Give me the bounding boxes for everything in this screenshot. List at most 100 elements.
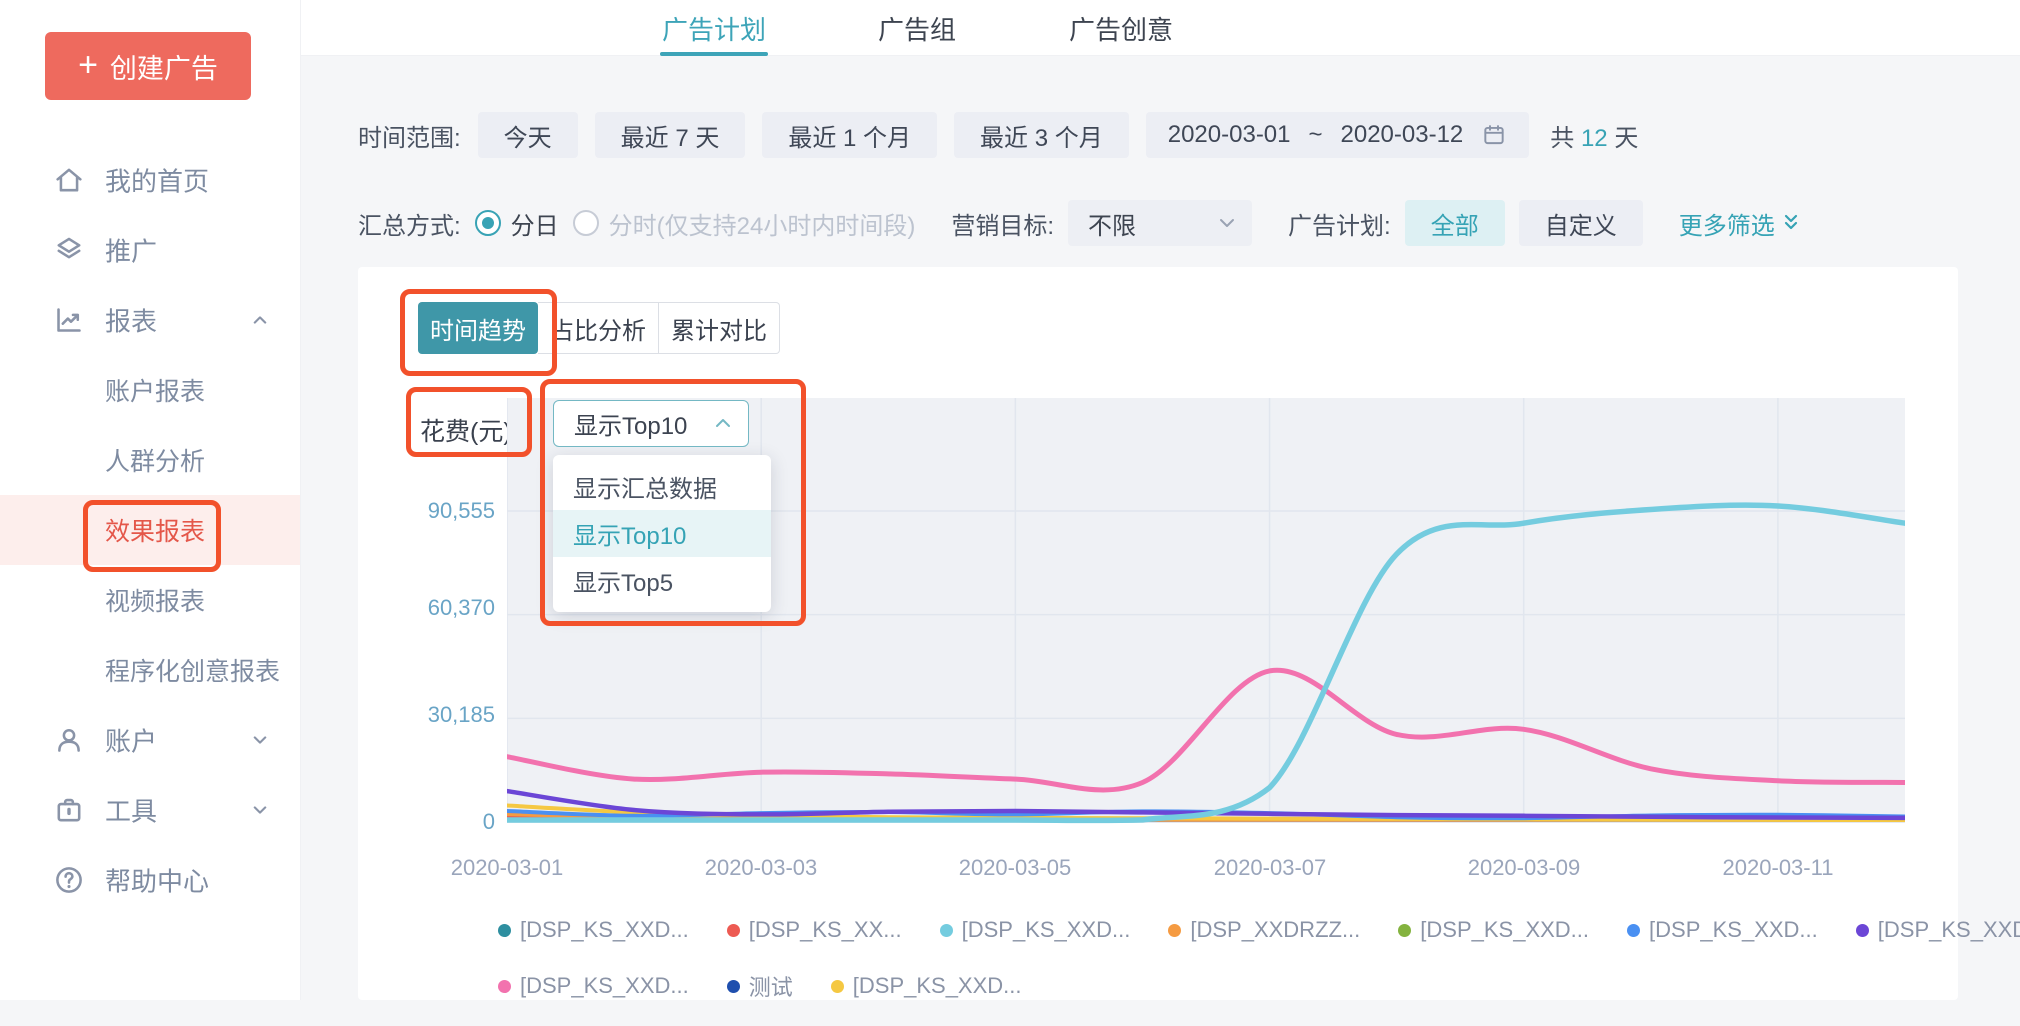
legend-item[interactable]: [DSP_KS_XXD... [1627,917,1818,943]
sidebar-item-home[interactable]: 我的首页 [0,145,300,215]
calendar-icon [1481,122,1507,148]
sidebar-item-promotion[interactable]: 推广 [0,215,300,285]
sidebar-item-video-report[interactable]: 视频报表 [0,565,300,635]
chart-card: 时间趋势 占比分析 累计对比 花费(元) 显示Top10 显示汇总数据 显示To… [358,267,1958,1000]
top-n-select[interactable]: 显示Top10 [553,400,749,447]
date-start: 2020-03-01 [1168,121,1291,149]
legend-item[interactable]: [DSP_KS_XXD... [1398,917,1589,943]
layers-icon [52,233,86,267]
legend-item[interactable]: 测试 [727,970,793,1002]
sidebar-item-audience-analysis[interactable]: 人群分析 [0,425,300,495]
campaign-all-button[interactable]: 全部 [1405,200,1505,246]
radio-hourly-label: 分时(仅支持24小时内时间段) [609,206,916,241]
total-days-text: 共 12 天 [1550,118,1638,153]
x-tick-label: 2020-03-03 [676,855,846,881]
legend-label: [DSP_KS_XXD... [853,973,1022,999]
tab-ad-creative[interactable]: 广告创意 [1069,0,1173,56]
chart-legend-row-1: [DSP_KS_XXD... [DSP_KS_XX... [DSP_KS_XXD… [498,917,2020,943]
legend-item[interactable]: [DSP_KS_XX... [727,917,902,943]
sidebar-item-label: 推广 [105,232,157,269]
legend-item[interactable]: [DSP_KS_XXD... [831,973,1022,999]
summary-mode-label: 汇总方式: [358,206,461,241]
x-tick-label: 2020-03-05 [930,855,1100,881]
legend-label: [DSP_KS_XXD... [520,973,689,999]
sidebar-item-programmatic-creative-report[interactable]: 程序化创意报表 [0,635,300,705]
question-circle-icon [52,863,86,897]
create-ad-label: 创建广告 [110,47,218,86]
quick-range-3months-button[interactable]: 最近 3 个月 [954,112,1129,158]
legend-item[interactable]: [DSP_KS_XXD... [498,973,689,999]
sidebar-item-label: 账户报表 [105,372,205,408]
quick-range-7days-button[interactable]: 最近 7 天 [595,112,746,158]
legend-item[interactable]: [DSP_KS_XXD... [498,917,689,943]
top-tab-bar: 广告计划 广告组 广告创意 [301,0,2020,56]
marketing-goal-select[interactable]: 不限 [1068,200,1252,246]
legend-label: [DSP_XXDRZZ... [1190,917,1360,943]
menu-option-summary-data[interactable]: 显示汇总数据 [553,463,771,510]
legend-dot [498,924,511,937]
create-ad-button[interactable]: + 创建广告 [45,32,251,100]
legend-label: [DSP_KS_XXD... [962,917,1131,943]
date-range-picker[interactable]: 2020-03-01 ~ 2020-03-12 [1146,112,1530,158]
y-tick-label: 0 [411,809,495,835]
time-range-filter-row: 时间范围: 今天 最近 7 天 最近 1 个月 最近 3 个月 2020-03-… [358,112,1638,158]
chevron-down-icon [1216,212,1238,234]
more-filters-link[interactable]: 更多筛选 [1679,206,1800,241]
legend-item[interactable]: [DSP_KS_XXD... [1856,917,2020,943]
quick-range-1month-button[interactable]: 最近 1 个月 [762,112,937,158]
sidebar-item-label: 工具 [105,792,157,829]
y-tick-label: 60,370 [411,595,495,621]
sidebar-nav: 我的首页 推广 报表 账户报表 人群分析 [0,145,300,915]
chevron-down-icon [246,796,274,824]
legend-item[interactable]: [DSP_XXDRZZ... [1168,917,1360,943]
y-tick-label: 30,185 [411,702,495,728]
sidebar-item-reports[interactable]: 报表 [0,285,300,355]
sidebar-item-label: 账户 [105,722,157,759]
view-tab-cumulative-compare[interactable]: 累计对比 [659,302,780,354]
chart-legend-row-2: [DSP_KS_XXD... 测试 [DSP_KS_XXD... [498,973,1022,999]
chevron-down-icon [246,726,274,754]
legend-label: [DSP_KS_XXD... [1649,917,1818,943]
person-icon [52,723,86,757]
summary-filter-row: 汇总方式: 分日 分时(仅支持24小时内时间段) 营销目标: 不限 广告计划: … [358,200,1800,246]
campaign-filter-label: 广告计划: [1288,206,1391,241]
marketing-goal-value: 不限 [1088,206,1136,241]
legend-dot [727,980,740,993]
top-n-select-value: 显示Top10 [574,406,687,441]
sidebar-item-help-center[interactable]: 帮助中心 [0,845,300,915]
menu-option-top10[interactable]: 显示Top10 [553,510,771,557]
sidebar-item-account[interactable]: 账户 [0,705,300,775]
radio-daily[interactable]: 分日 [475,206,559,241]
home-icon [52,163,86,197]
sidebar: + 创建广告 我的首页 推广 报表 [0,0,301,1000]
legend-item[interactable]: [DSP_KS_XXD... [940,917,1131,943]
legend-label: [DSP_KS_XX... [749,917,902,943]
total-days-value: 12 [1581,125,1608,152]
radio-hourly[interactable]: 分时(仅支持24小时内时间段) [573,206,916,241]
more-filters-label: 更多筛选 [1679,206,1775,241]
page: + 创建广告 我的首页 推广 报表 [0,0,2020,1026]
campaign-custom-button[interactable]: 自定义 [1519,200,1643,246]
sidebar-item-label: 程序化创意报表 [105,652,280,688]
legend-dot [1398,924,1411,937]
time-range-label: 时间范围: [358,118,461,153]
quick-range-today-button[interactable]: 今天 [478,112,578,158]
sidebar-item-effect-report[interactable]: 效果报表 [0,495,300,565]
toolbox-icon [52,793,86,827]
x-tick-label: 2020-03-11 [1693,855,1863,881]
sidebar-item-label: 帮助中心 [105,862,209,899]
marketing-goal-label: 营销目标: [951,206,1054,241]
radio-unselected-icon [573,210,599,236]
legend-dot [498,980,511,993]
radio-selected-icon [475,210,501,236]
tab-ad-plan[interactable]: 广告计划 [662,0,766,56]
view-tab-share-analysis[interactable]: 占比分析 [538,302,659,354]
menu-option-top5[interactable]: 显示Top5 [553,557,771,604]
x-tick-label: 2020-03-01 [422,855,592,881]
sidebar-item-account-report[interactable]: 账户报表 [0,355,300,425]
sidebar-item-label: 人群分析 [105,442,205,478]
tab-ad-group[interactable]: 广告组 [878,0,956,56]
sidebar-item-tools[interactable]: 工具 [0,775,300,845]
metric-label: 花费(元) [420,412,512,448]
view-tab-time-trend[interactable]: 时间趋势 [418,302,538,354]
